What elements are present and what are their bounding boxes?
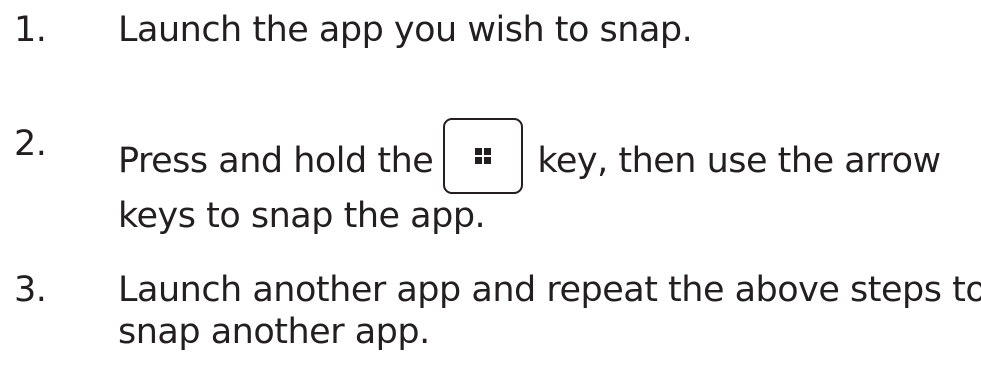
step-text-line-2: snap another app. (118, 312, 430, 352)
step-text-line-2: keys to snap the app. (118, 196, 486, 236)
windows-logo-icon (475, 148, 492, 164)
step-text-before-key: Press and hold the (118, 141, 434, 181)
windows-key (443, 118, 524, 194)
step-text-after-key: key, then use the arrow (537, 141, 941, 181)
step-number: 1. (14, 10, 47, 50)
step-text: Launch the app you wish to snap. (118, 10, 693, 50)
step-number: 2. (14, 124, 47, 164)
step-text-line-1: Launch another app and repeat the above … (118, 270, 981, 310)
step-number: 3. (14, 270, 47, 310)
step-text-line-1: Press and hold the key, then use the arro… (118, 118, 941, 200)
